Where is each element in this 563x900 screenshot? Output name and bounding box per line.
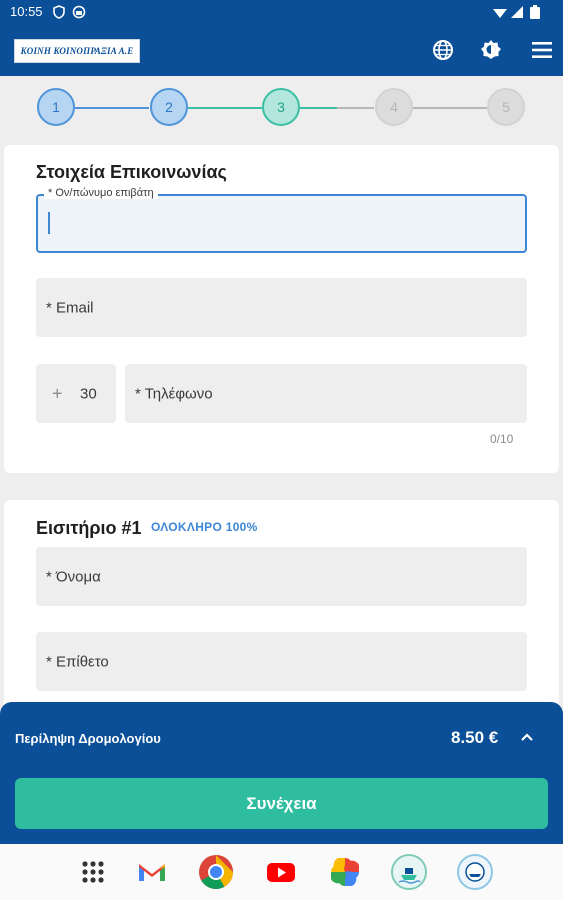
trip-summary-label[interactable]: Περίληψη Δρομολογίου	[15, 731, 161, 746]
step-number: 1	[52, 99, 60, 115]
step-connector	[188, 107, 262, 109]
battery-icon	[530, 5, 540, 19]
signal-icon	[511, 6, 523, 18]
status-bar: 10:55	[0, 0, 563, 24]
first-name-label: * Όνομα	[46, 568, 101, 585]
trip-summary-sheet: Περίληψη Δρομολογίου 8.50 € Συνέχεια	[0, 702, 563, 844]
menu-icon[interactable]	[530, 38, 554, 62]
step-3[interactable]: 3	[262, 88, 300, 126]
email-label: * Email	[46, 299, 94, 316]
wifi-icon	[493, 9, 507, 18]
ticket-card: Εισιτήριο #1 ΟΛΟΚΛΗΡΟ 100% * Όνομα * Επί…	[4, 500, 559, 730]
globe-icon[interactable]	[431, 38, 455, 62]
phone-input[interactable]: * Τηλέφωνο	[125, 364, 527, 423]
total-price: 8.50 €	[451, 728, 499, 747]
first-name-input[interactable]: * Όνομα	[36, 547, 527, 606]
photos-icon[interactable]	[326, 853, 364, 891]
text-caret	[48, 212, 50, 234]
app-header: KOINH ΚΟΙΝΟΠΡΑΞΙΑ Α.Ε	[0, 24, 563, 76]
continue-label: Συνέχεια	[246, 793, 317, 813]
booking-stepper: 1 2 3 4 5	[0, 76, 563, 142]
gmail-icon[interactable]	[133, 853, 171, 891]
step-number: 3	[277, 99, 285, 115]
step-1[interactable]: 1	[37, 88, 75, 126]
step-2[interactable]: 2	[150, 88, 188, 126]
step-connector	[75, 107, 149, 109]
contact-card: Στοιχεία Επικοινωνίας * Ον/πώνυμο επιβάτ…	[4, 145, 559, 473]
step-4: 4	[375, 88, 413, 126]
passenger-name-label: * Ον/πώνυμο επιβάτη	[44, 187, 158, 199]
step-connector	[337, 107, 374, 109]
plus-icon: +	[52, 383, 63, 403]
country-code-select[interactable]: + 30	[36, 364, 116, 423]
sync-icon	[72, 5, 86, 19]
passenger-name-input[interactable]: * Ον/πώνυμο επιβάτη	[36, 187, 527, 253]
apps-grid-icon[interactable]	[74, 853, 112, 891]
step-number: 5	[502, 99, 510, 115]
email-input[interactable]: * Email	[36, 278, 527, 337]
brightness-icon[interactable]	[479, 38, 503, 62]
country-code-value: 30	[80, 385, 97, 402]
chevron-up-icon[interactable]	[518, 729, 536, 747]
step-5: 5	[487, 88, 525, 126]
step-number: 2	[165, 99, 173, 115]
ticket-title: Εισιτήριο #1	[36, 518, 142, 538]
step-number: 4	[390, 99, 398, 115]
phone-char-counter: 0/10	[490, 432, 514, 446]
phone-label: * Τηλέφωνο	[135, 385, 213, 402]
step-connector	[413, 107, 487, 109]
system-taskbar	[0, 844, 563, 900]
contact-title: Στοιχεία Επικοινωνίας	[36, 162, 227, 182]
youtube-icon[interactable]	[262, 853, 300, 891]
chrome-icon[interactable]	[197, 853, 235, 891]
status-time: 10:55	[10, 4, 43, 19]
ferry-app-2-icon[interactable]	[456, 853, 494, 891]
shield-icon	[53, 5, 65, 19]
company-logo[interactable]: KOINH ΚΟΙΝΟΠΡΑΞΙΑ Α.Ε	[14, 39, 140, 63]
last-name-label: * Επίθετο	[46, 653, 109, 670]
ferry-app-icon[interactable]	[390, 853, 428, 891]
continue-button[interactable]: Συνέχεια	[15, 778, 548, 829]
step-connector	[300, 107, 337, 109]
last-name-input[interactable]: * Επίθετο	[36, 632, 527, 691]
logo-text: KOINH ΚΟΙΝΟΠΡΑΞΙΑ Α.Ε	[20, 46, 134, 56]
fare-type-badge: ΟΛΟΚΛΗΡΟ 100%	[151, 520, 258, 534]
